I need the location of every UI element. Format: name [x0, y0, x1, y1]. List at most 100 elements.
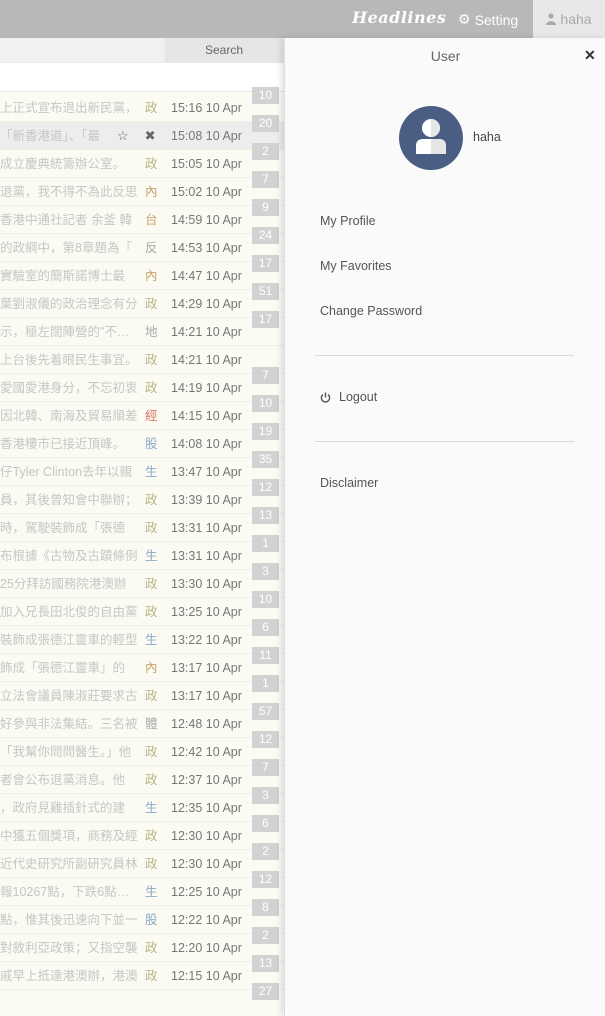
comment-count-badge: 13 — [252, 507, 279, 524]
news-row[interactable]: ，政府見雞插針式的建生 12:35 10 Apr 3 — [0, 787, 285, 822]
user-panel: User ✕ haha My Profile My Favorites Chan… — [284, 38, 605, 1016]
news-headline[interactable]: 因北韓、南海及貿易順差 — [0, 402, 140, 430]
news-row[interactable]: 成立慶典統籌辦公室。政 15:05 10 Apr 2 — [0, 143, 285, 178]
news-row[interactable]: 戚早上抵達港澳辦，港澳政 12:15 10 Apr 13 — [0, 955, 285, 990]
news-row[interactable]: 25分拜訪國務院港澳辦政 13:30 10 Apr 3 — [0, 563, 285, 598]
news-row[interactable]: 對敘利亞政策；又指空襲政 12:20 10 Apr 2 — [0, 927, 285, 962]
news-headline[interactable]: 實驗室的簡斯諾博士最 — [0, 262, 140, 290]
news-headline[interactable]: 員，其後曾知會中聯辦； — [0, 486, 140, 514]
news-time: 12:30 10 Apr — [171, 857, 242, 871]
news-row[interactable]: 因北韓、南海及貿易順差經 14:15 10 Apr 10 — [0, 395, 285, 430]
row-actions: ☆ ✖ — [117, 122, 156, 150]
search-button[interactable]: Search — [165, 38, 283, 62]
news-headline[interactable]: 點，惟其後迅速向下並一 — [0, 906, 140, 934]
news-category: 反 — [145, 241, 158, 255]
news-category: 政 — [145, 969, 158, 983]
news-row[interactable]: 葉劉淑儀的政治理念有分政 14:29 10 Apr 51 — [0, 283, 285, 318]
news-row[interactable]: 報10267點，下跌6點。成生 12:25 10 Apr 12 — [0, 871, 285, 906]
news-row[interactable]: 示，極左闊陣營的"不屈的地 14:21 10 Apr 17 — [0, 311, 285, 346]
news-headline[interactable]: 上正式宣布退出新民黨， — [0, 94, 140, 122]
news-headline[interactable]: 時，駕駛裝飾成「張德 — [0, 514, 140, 542]
news-headline[interactable]: 裝飾成張德江靈車的輕型 — [0, 626, 140, 654]
news-row[interactable]: 「我幫你問問醫生。」他政 12:42 10 Apr 12 — [0, 731, 285, 766]
change-password-link[interactable]: Change Password — [320, 304, 422, 318]
news-row[interactable]: 上正式宣布退出新民黨， 政 15:16 10 Apr 10 — [0, 87, 285, 122]
news-time: 14:21 10 Apr — [171, 353, 242, 367]
news-category: 經 — [145, 409, 158, 423]
logout-link[interactable]: Logout — [320, 390, 377, 404]
my-profile-link[interactable]: My Profile — [320, 214, 376, 228]
news-row[interactable]: 的政綱中，第8章題為「反 14:53 10 Apr 24 — [0, 227, 285, 262]
star-icon[interactable]: ☆ — [117, 128, 129, 143]
comment-count-badge: 6 — [252, 619, 279, 636]
news-row[interactable]: 香港樓市已接近頂峰。股 14:08 10 Apr 19 — [0, 423, 285, 458]
news-headline[interactable]: 近代史研究所副研究員林 — [0, 850, 140, 878]
news-headline[interactable]: 25分拜訪國務院港澳辦 — [0, 570, 140, 598]
news-row[interactable]: 立法會議員陳淑莊要求古政 13:17 10 Apr 1 — [0, 675, 285, 710]
comment-count-badge: 1 — [252, 675, 279, 692]
comment-count-badge: 12 — [252, 731, 279, 748]
news-row[interactable]: 點，惟其後迅速向下並一股 12:22 10 Apr 8 — [0, 899, 285, 934]
news-headline[interactable]: 「我幫你問問醫生。」他 — [0, 738, 140, 766]
comment-count-badge: 7 — [252, 367, 279, 384]
news-time: 13:47 10 Apr — [171, 465, 242, 479]
news-row[interactable]: 好參與非法集結。三名被體 12:48 10 Apr 57 — [0, 703, 285, 738]
news-headline[interactable]: 中獲五個獎項，商務及經 — [0, 822, 140, 850]
news-time: 12:22 10 Apr — [171, 913, 242, 927]
news-headline[interactable]: 加入兄長田北俊的自由黨 — [0, 598, 140, 626]
news-headline[interactable]: 對敘利亞政策；又指空襲 — [0, 934, 140, 962]
news-headline[interactable]: 愛國愛港身分，不忘初衷 — [0, 374, 140, 402]
close-icon[interactable]: ✕ — [584, 47, 596, 64]
news-headline[interactable]: 者會公布退黨消息。他 — [0, 766, 140, 794]
news-row[interactable]: 裝飾成張德江靈車的輕型生 13:22 10 Apr 6 — [0, 619, 285, 654]
news-row[interactable]: 實驗室的簡斯諾博士最內 14:47 10 Apr 17 — [0, 255, 285, 290]
news-row[interactable]: 近代史研究所副研究員林政 12:30 10 Apr 2 — [0, 843, 285, 878]
news-row[interactable]: 布根據《古物及古蹟條例生 13:31 10 Apr 1 — [0, 535, 285, 570]
comment-count-badge: 10 — [252, 591, 279, 608]
news-headline[interactable]: ，政府見雞插針式的建 — [0, 794, 140, 822]
news-headline[interactable]: 報10267點，下跌6點。成 — [0, 878, 140, 906]
my-favorites-link[interactable]: My Favorites — [320, 259, 392, 273]
news-row[interactable]: 27 — [0, 983, 285, 1016]
news-headline[interactable]: 示，極左闊陣營的"不屈的 — [0, 318, 140, 346]
news-time: 14:53 10 Apr — [171, 241, 242, 255]
news-headline[interactable]: 戚早上抵達港澳辦，港澳 — [0, 962, 140, 990]
disclaimer-link[interactable]: Disclaimer — [320, 476, 378, 490]
news-headline[interactable]: 香港樓市已接近頂峰。 — [0, 430, 140, 458]
news-headline[interactable]: 的政綱中，第8章題為「 — [0, 234, 140, 262]
news-headline[interactable]: 退黨，我不得不為此反思 — [0, 178, 140, 206]
news-headline[interactable]: 成立慶典統籌辦公室。 — [0, 150, 140, 178]
news-row[interactable]: 者會公布退黨消息。他政 12:37 10 Apr 7 — [0, 759, 285, 794]
gear-icon: ⚙ — [458, 11, 471, 27]
news-headline[interactable]: 好參與非法集結。三名被 — [0, 710, 140, 738]
news-headline[interactable]: 立法會議員陳淑莊要求古 — [0, 682, 140, 710]
news-headline[interactable]: 上台後先着眼民生事宜。 — [0, 346, 140, 374]
filter-row[interactable] — [0, 62, 285, 92]
news-row[interactable]: 退黨，我不得不為此反思內 15:02 10 Apr 7 — [0, 171, 285, 206]
close-icon[interactable]: ✖ — [145, 128, 156, 143]
comment-count-badge: 2 — [252, 927, 279, 944]
news-row[interactable]: 愛國愛港身分，不忘初衷政 14:19 10 Apr 7 — [0, 367, 285, 402]
news-row[interactable]: 上台後先着眼民生事宜。政 14:21 10 Apr — [0, 346, 285, 374]
news-row[interactable]: 香港中通社記者 余釜 韓台 14:59 10 Apr 9 — [0, 199, 285, 234]
user-menu-button[interactable]: haha — [533, 0, 605, 38]
news-row[interactable]: 時，駕駛裝飾成「張德政 13:31 10 Apr 13 — [0, 507, 285, 542]
news-category: 生 — [145, 633, 158, 647]
news-row[interactable]: 加入兄長田北俊的自由黨政 13:25 10 Apr 10 — [0, 591, 285, 626]
news-headline[interactable]: 布根據《古物及古蹟條例 — [0, 542, 140, 570]
news-headline[interactable]: 仔Tyler Clinton去年以親 — [0, 458, 140, 486]
news-headline[interactable]: 香港中通社記者 余釜 韓 — [0, 206, 140, 234]
comment-count-badge: 9 — [252, 199, 279, 216]
news-headline[interactable]: 葉劉淑儀的政治理念有分 — [0, 290, 140, 318]
brand-logo[interactable]: Headlines — [352, 8, 446, 27]
news-time: 13:25 10 Apr — [171, 605, 242, 619]
setting-button[interactable]: ⚙ Setting — [458, 11, 518, 28]
comment-count-badge: 10 — [252, 87, 279, 104]
news-row[interactable]: 「新香港道」、「最 ☆ ✖ 15:08 10 Apr 20 — [0, 115, 285, 150]
news-row[interactable]: 員，其後曾知會中聯辦； 政 13:39 10 Apr 12 — [0, 479, 285, 514]
news-row[interactable]: 中獲五個獎項，商務及經政 12:30 10 Apr 6 — [0, 815, 285, 850]
news-row[interactable]: 仔Tyler Clinton去年以親生 13:47 10 Apr 35 — [0, 451, 285, 486]
news-headline[interactable]: 「新香港道」、「最 — [0, 122, 112, 150]
news-row[interactable]: 飾成「張德江靈車」的內 13:17 10 Apr 11 — [0, 647, 285, 682]
news-headline[interactable]: 飾成「張德江靈車」的 — [0, 654, 140, 682]
